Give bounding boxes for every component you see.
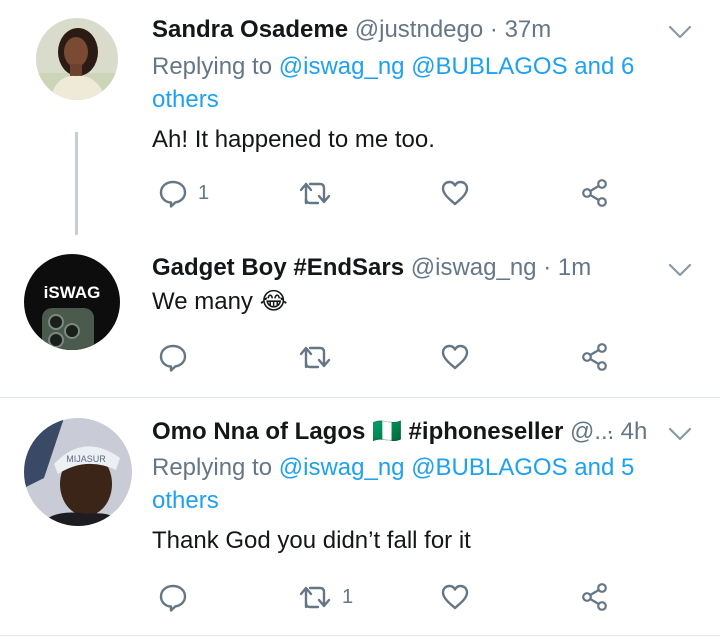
mention-link[interactable]: @iswag_ng xyxy=(279,53,405,80)
like-button[interactable] xyxy=(440,176,470,210)
heart-icon xyxy=(441,180,469,206)
display-name[interactable]: Omo Nna of Lagos 🇳🇬 #iphoneseller xyxy=(152,418,563,445)
tweet-text-row: We many 😂 xyxy=(152,287,288,317)
thread-line xyxy=(75,132,78,235)
timestamp[interactable]: 37m xyxy=(505,16,552,43)
timestamp[interactable]: 1m xyxy=(558,254,591,281)
tweet-omo-nna[interactable]: MIJASUR Omo Nna of Lagos 🇳🇬 #iphoneselle… xyxy=(0,398,720,637)
retweet-button[interactable]: 1 xyxy=(298,580,353,614)
timestamp-group: · 4h xyxy=(606,417,647,447)
tweet-header: Gadget Boy #EndSars @iswag_ng · 1m xyxy=(152,253,591,283)
separator-dot: · xyxy=(543,254,552,281)
retweet-button[interactable] xyxy=(298,176,342,210)
reply-count: 1 xyxy=(198,181,210,204)
share-icon xyxy=(582,583,607,611)
reply-icon xyxy=(159,584,187,612)
display-name[interactable]: Gadget Boy #EndSars xyxy=(152,254,404,281)
mention-link[interactable]: @BUBLAGOS xyxy=(411,53,567,80)
reply-button[interactable] xyxy=(158,340,198,374)
display-name[interactable]: Sandra Osademe xyxy=(152,16,348,43)
avatar-logo-text: iSWAG xyxy=(44,283,101,302)
mention-link[interactable]: @iswag_ng xyxy=(279,454,405,481)
tweet-text: Thank God you didn’t fall for it xyxy=(152,527,471,554)
replying-to-label: Replying to xyxy=(152,454,273,481)
reply-button[interactable] xyxy=(158,580,198,614)
user-handle[interactable]: @justndego xyxy=(355,16,483,43)
separator-dot: · xyxy=(489,16,498,43)
retweet-icon xyxy=(299,346,331,369)
share-button[interactable] xyxy=(580,580,610,614)
reply-icon xyxy=(159,344,187,372)
share-button[interactable] xyxy=(580,340,610,374)
tweet-text: Ah! It happened to me too. xyxy=(152,126,435,153)
like-button[interactable] xyxy=(440,340,470,374)
chevron-down-icon[interactable] xyxy=(668,24,692,40)
avatar[interactable]: iSWAG xyxy=(24,254,120,350)
retweet-button[interactable] xyxy=(298,340,342,374)
heart-icon xyxy=(441,584,469,610)
like-button[interactable] xyxy=(440,580,470,614)
chevron-down-icon[interactable] xyxy=(668,262,692,278)
action-bar: 1 xyxy=(152,580,622,614)
separator-dot: · xyxy=(606,418,614,445)
replying-to: Replying to @iswag_ng @BUBLAGOS and 6 ot… xyxy=(152,50,662,116)
action-bar xyxy=(152,340,622,374)
mention-link[interactable]: @BUBLAGOS xyxy=(411,454,567,481)
tweet-text: We many xyxy=(152,288,253,315)
replying-to-label: Replying to xyxy=(152,53,273,80)
share-button[interactable] xyxy=(580,176,610,210)
tweet-header: Omo Nna of Lagos 🇳🇬 #iphoneseller @... xyxy=(152,417,657,447)
retweet-icon xyxy=(299,182,331,205)
tweet-gadget-boy[interactable]: iSWAG Gadget Boy #EndSars @iswag_ng · 1m… xyxy=(0,235,720,395)
avatar[interactable] xyxy=(36,18,118,100)
replying-to: Replying to @iswag_ng @BUBLAGOS and 5 ot… xyxy=(152,451,662,517)
reply-button[interactable]: 1 xyxy=(158,176,209,210)
laughing-emoji-icon: 😂 xyxy=(259,288,288,315)
chevron-down-icon[interactable] xyxy=(668,426,692,442)
action-bar: 1 xyxy=(152,176,622,210)
divider xyxy=(0,635,720,636)
heart-icon xyxy=(441,344,469,370)
reply-icon xyxy=(159,180,187,208)
svg-text:MIJASUR: MIJASUR xyxy=(66,454,106,464)
share-icon xyxy=(582,343,607,371)
retweet-icon xyxy=(299,586,331,609)
share-icon xyxy=(582,179,607,207)
tweet-header: Sandra Osademe @justndego · 37m xyxy=(152,15,551,45)
timestamp[interactable]: 4h xyxy=(621,418,648,445)
avatar[interactable]: MIJASUR xyxy=(24,418,132,526)
person-photo-icon xyxy=(36,18,118,100)
phone-photo-icon: iSWAG xyxy=(24,254,120,350)
person-photo-icon: MIJASUR xyxy=(24,418,132,526)
retweet-count: 1 xyxy=(342,585,354,608)
tweet-sandra[interactable]: Sandra Osademe @justndego · 37m Replying… xyxy=(0,0,720,235)
user-handle[interactable]: @iswag_ng xyxy=(411,254,537,281)
